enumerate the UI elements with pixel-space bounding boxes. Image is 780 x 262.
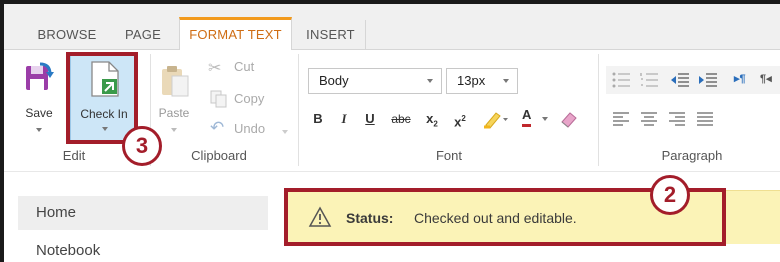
- nav-item-home[interactable]: Home: [18, 196, 268, 230]
- font-size-select[interactable]: 13px: [446, 68, 518, 94]
- save-label: Save: [25, 106, 53, 120]
- ribbon-tab-bar: BROWSE PAGE FORMAT TEXT INSERT: [4, 4, 780, 50]
- tab-insert[interactable]: INSERT: [296, 20, 366, 50]
- highlighter-icon: [484, 112, 508, 129]
- font-color-letter: A: [522, 106, 532, 127]
- group-divider: [598, 54, 599, 166]
- tab-format-text[interactable]: FORMAT TEXT: [179, 17, 292, 50]
- justify-icon[interactable]: [696, 112, 714, 126]
- cut-button[interactable]: ✂ Cut: [208, 58, 288, 78]
- underline-button[interactable]: U: [360, 108, 380, 130]
- chevron-down-icon: [427, 79, 433, 83]
- font-color-button[interactable]: A: [518, 106, 552, 130]
- undo-icon: ↶: [210, 118, 225, 137]
- tab-browse[interactable]: BROWSE: [32, 20, 102, 50]
- scissors-icon: ✂: [208, 60, 222, 77]
- save-icon: [26, 62, 54, 90]
- numbered-list-icon[interactable]: [640, 72, 660, 88]
- save-dropdown-arrow[interactable]: [36, 128, 42, 132]
- step-3-badge: 3: [122, 126, 162, 166]
- subscript-mark: 2: [433, 119, 438, 129]
- align-center-icon[interactable]: [640, 112, 658, 126]
- save-button[interactable]: Save: [20, 62, 58, 142]
- rtl-icon[interactable]: ¶◂: [760, 72, 772, 85]
- font-color-dropdown-arrow[interactable]: [542, 117, 548, 121]
- step-2-badge: 2: [650, 175, 690, 215]
- chevron-down-icon: [503, 79, 509, 83]
- undo-button[interactable]: ↶ Undo: [208, 118, 294, 140]
- copy-button[interactable]: Copy: [208, 90, 288, 110]
- check-in-callout-box: [66, 52, 138, 144]
- edit-group-label: Edit: [62, 148, 86, 163]
- paragraph-toolbar-row-2: [606, 106, 780, 134]
- paragraph-toolbar-row-1: ▸¶ ¶◂: [606, 66, 780, 94]
- cut-label: Cut: [234, 59, 255, 74]
- align-right-icon[interactable]: [668, 112, 686, 126]
- subscript-button[interactable]: x2: [422, 108, 442, 130]
- paste-label: Paste: [158, 106, 190, 120]
- bulleted-list-icon[interactable]: [612, 72, 632, 88]
- undo-label: Undo: [234, 121, 266, 136]
- copy-icon: [210, 90, 227, 108]
- paste-button[interactable]: Paste: [152, 64, 196, 144]
- paste-icon: [162, 66, 189, 97]
- font-style-value: Body: [319, 73, 349, 88]
- clipboard-group-label: Clipboard: [191, 148, 247, 163]
- ltr-icon[interactable]: ▸¶: [734, 72, 746, 85]
- clear-format-button[interactable]: [556, 108, 582, 130]
- paste-dropdown-arrow[interactable]: [171, 128, 177, 132]
- align-left-icon[interactable]: [612, 112, 630, 126]
- eraser-icon: [561, 112, 577, 128]
- copy-label: Copy: [234, 91, 265, 106]
- bold-button[interactable]: B: [308, 108, 328, 130]
- font-style-select[interactable]: Body: [308, 68, 442, 94]
- font-group-label: Font: [435, 148, 462, 163]
- superscript-mark: 2: [461, 114, 466, 123]
- superscript-button[interactable]: x2: [450, 108, 470, 130]
- decrease-indent-icon[interactable]: [670, 72, 690, 88]
- undo-dropdown-arrow[interactable]: [282, 130, 288, 134]
- font-size-value: 13px: [457, 73, 486, 88]
- group-divider: [298, 54, 299, 166]
- nav-item-notebook[interactable]: Notebook: [18, 234, 268, 262]
- paragraph-group-label: Paragraph: [661, 148, 723, 163]
- strikethrough-button[interactable]: abc: [386, 108, 416, 130]
- italic-button[interactable]: I: [334, 108, 354, 130]
- tab-page[interactable]: PAGE: [118, 20, 168, 50]
- highlight-color-button[interactable]: [480, 108, 514, 130]
- increase-indent-icon[interactable]: [698, 72, 718, 88]
